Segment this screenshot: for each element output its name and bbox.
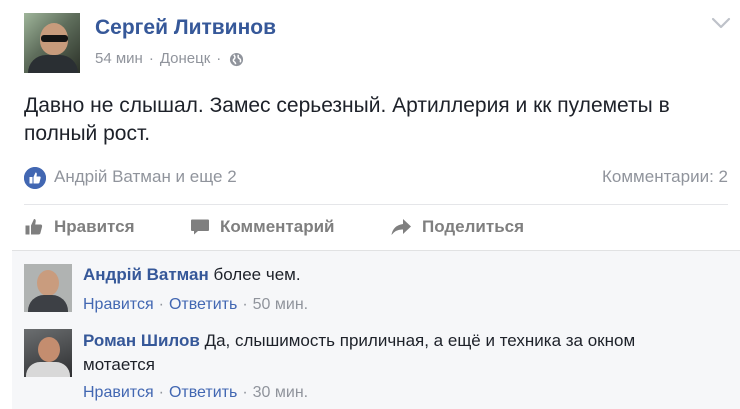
comment-button[interactable]: Комментарий (190, 215, 334, 239)
like-button[interactable]: Нравится (24, 215, 135, 239)
comment-time[interactable]: 30 мин. (253, 384, 308, 401)
comments-section: Андрій Ватман более чем. Нравится · Ответи… (12, 250, 740, 409)
comment-time[interactable]: 50 мин. (253, 296, 308, 313)
comment-like-link[interactable]: Нравится (83, 384, 154, 401)
thumbs-up-icon[interactable] (24, 167, 46, 189)
comment-actions: Нравится · Ответить · 50 мин. (83, 296, 309, 313)
feed-post: Сергей Литвинов 54 мин · Донецк · Давно … (0, 0, 740, 409)
post-meta: 54 мин · Донецк · (95, 50, 244, 67)
comment-body: Роман Шилов Да, слышимость приличная, а … (83, 329, 703, 377)
commenter-avatar[interactable] (24, 264, 72, 312)
comment-icon (191, 219, 209, 235)
author-avatar[interactable] (24, 13, 80, 73)
meta-separator: · (148, 50, 154, 67)
comment-reply-link[interactable]: Ответить (169, 384, 237, 401)
author-name-link[interactable]: Сергей Литвинов (95, 16, 276, 40)
thumbs-up-outline-icon (25, 219, 43, 235)
post-time[interactable]: 54 мин (95, 50, 143, 67)
post-text: Давно не слышал. Замес серьезный. Артилл… (24, 94, 670, 145)
commenter-avatar[interactable] (24, 329, 72, 377)
comments-count-link[interactable]: Комментарии: 2 (602, 167, 728, 187)
meta-separator: · (216, 50, 222, 67)
comment-body: Андрій Ватман более чем. (83, 263, 723, 287)
comment-reply-link[interactable]: Ответить (169, 296, 237, 313)
share-button[interactable]: Поделиться (390, 215, 524, 239)
chevron-down-icon[interactable] (710, 14, 732, 32)
share-button-label: Поделиться (422, 217, 525, 236)
commenter-name-link[interactable]: Роман Шилов (83, 331, 200, 350)
share-arrow-icon (391, 219, 411, 235)
reaction-summary-link[interactable]: Андрій Ватман и еще 2 (54, 167, 237, 187)
comment-button-label: Комментарий (220, 217, 335, 236)
comment-text: более чем. (213, 265, 301, 284)
like-button-label: Нравится (54, 217, 135, 236)
comment-like-link[interactable]: Нравится (83, 296, 154, 313)
post-location[interactable]: Донецк (160, 50, 210, 67)
comment-actions: Нравится · Ответить · 30 мин. (83, 384, 309, 401)
globe-icon[interactable] (229, 52, 244, 67)
divider (24, 204, 728, 205)
commenter-name-link[interactable]: Андрій Ватман (83, 265, 209, 284)
